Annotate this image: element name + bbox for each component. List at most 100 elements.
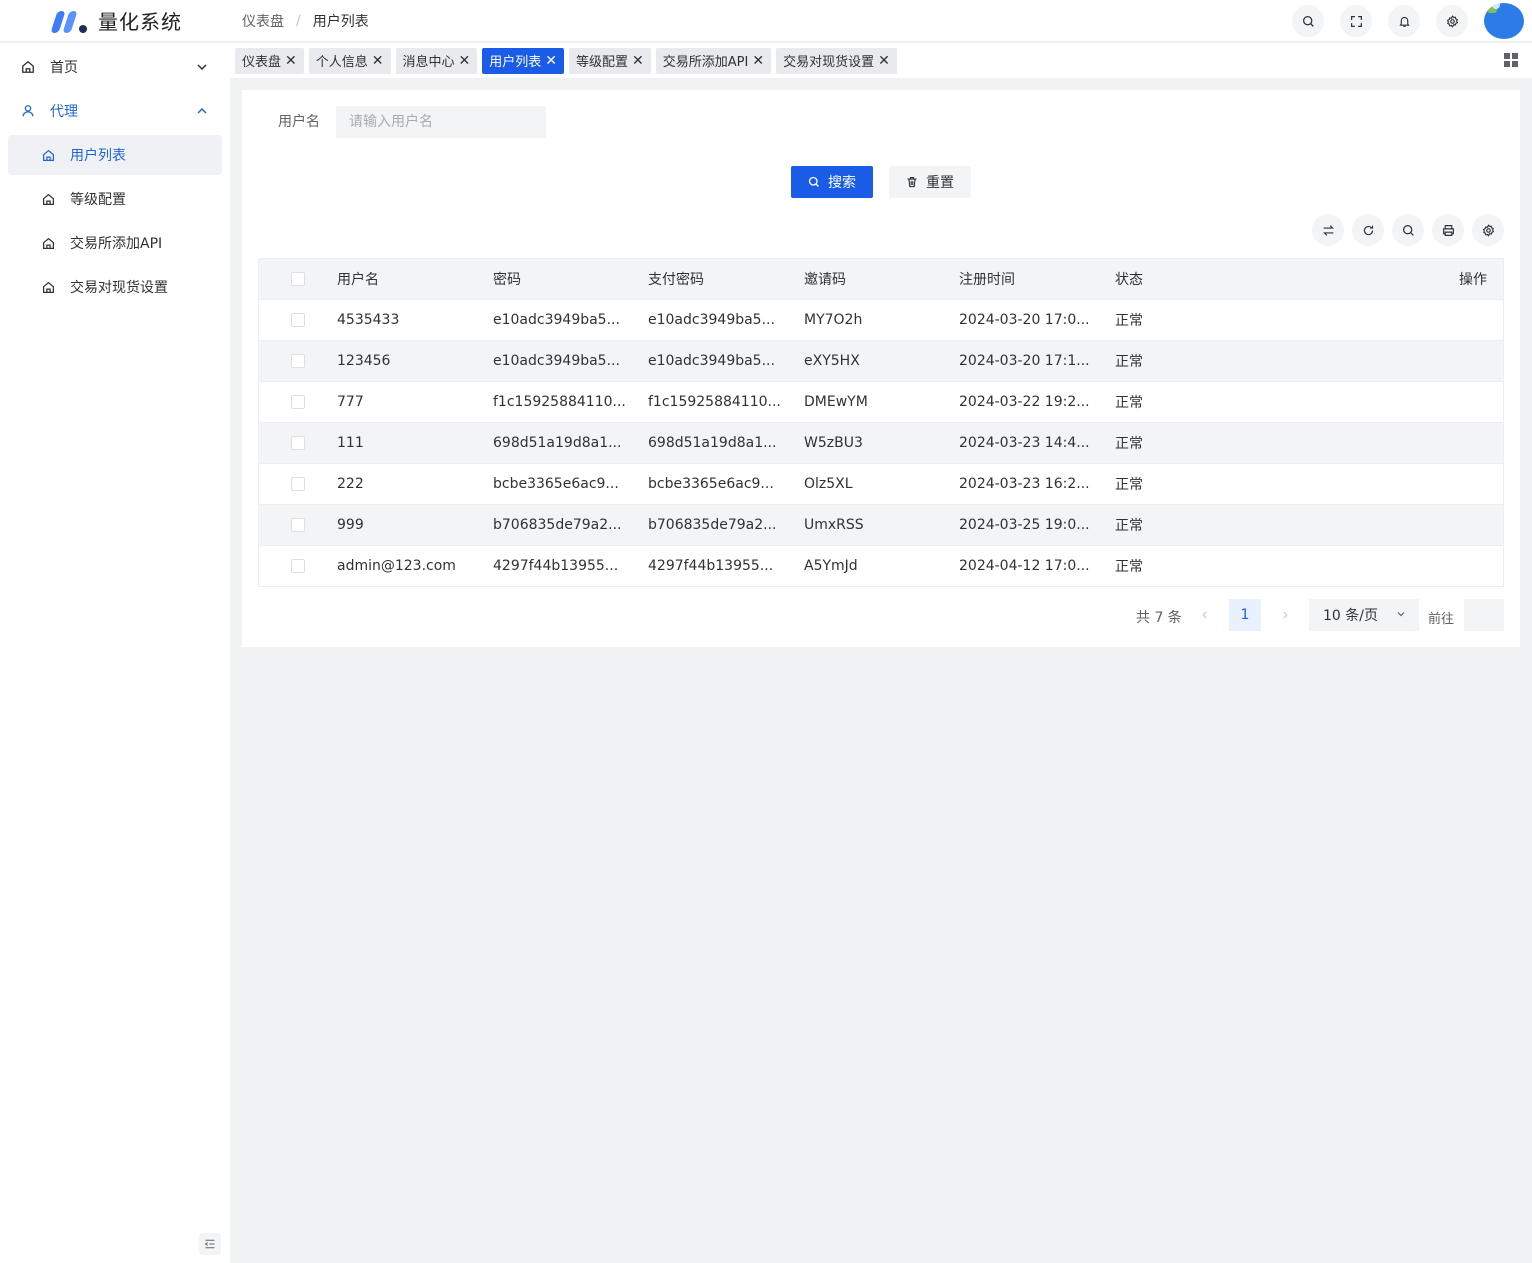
breadcrumb-item-dashboard[interactable]: 仪表盘 — [242, 11, 284, 31]
breadcrumb: 仪表盘 / 用户列表 — [242, 11, 369, 31]
settings-button[interactable] — [1436, 5, 1468, 37]
app-logo[interactable]: 量化系统 — [0, 0, 230, 42]
prev-page-button[interactable] — [1194, 599, 1216, 631]
reset-button[interactable]: 重置 — [889, 166, 971, 198]
breadcrumb-separator: / — [296, 12, 301, 29]
app-title: 量化系统 — [98, 10, 182, 34]
username-input[interactable] — [336, 106, 546, 138]
cell-pay-password: f1c15925884110... — [648, 394, 781, 410]
table-row[interactable]: 111 698d51a19d8a1... 698d51a19d8a1... W5zBU… — [259, 423, 1503, 464]
close-icon[interactable]: ✕ — [632, 53, 644, 69]
tab-label: 用户列表 — [489, 55, 542, 70]
notification-button[interactable] — [1388, 5, 1420, 37]
cell-password: 4297f44b13955... — [493, 558, 619, 574]
cell-pay-password: 698d51a19d8a1... — [648, 435, 777, 451]
close-icon[interactable]: ✕ — [285, 53, 297, 69]
row-checkbox-cell — [259, 559, 337, 573]
cell-pay-password: b706835de79a2... — [648, 517, 777, 533]
home-icon — [40, 279, 56, 295]
cell-username: 4535433 — [337, 312, 400, 328]
table-row[interactable]: admin@123.com 4297f44b13955... 4297f44b139… — [259, 546, 1503, 586]
cell-username: 999 — [337, 517, 364, 533]
tab-user-list[interactable]: 用户列表 ✕ — [482, 47, 564, 74]
row-checkbox-cell — [259, 354, 337, 368]
chevron-down-icon — [1397, 612, 1405, 617]
sidebar-item-label: 首页 — [50, 60, 78, 76]
table-row[interactable]: 4535433 e10adc3949ba5... e10adc3949ba5... M… — [259, 300, 1503, 341]
tab-dashboard[interactable]: 仪表盘 ✕ — [235, 47, 304, 74]
refresh-button[interactable] — [1352, 214, 1384, 246]
goto-page-input[interactable] — [1464, 599, 1504, 631]
chevron-right-icon — [1283, 611, 1288, 619]
column-settings-button[interactable] — [1472, 214, 1504, 246]
header-tools — [1276, 0, 1524, 42]
gear-icon — [1446, 14, 1458, 28]
table-row[interactable]: 777 f1c15925884110... f1c15925884110... DME… — [259, 382, 1503, 423]
column-header-invite-code: 邀请码 — [804, 272, 846, 288]
printer-icon — [1442, 224, 1454, 236]
close-icon[interactable]: ✕ — [545, 53, 557, 69]
close-icon[interactable]: ✕ — [459, 53, 471, 69]
cell-status: 正常 — [1115, 395, 1143, 411]
select-all-checkbox[interactable] — [291, 272, 305, 286]
search-button[interactable]: 搜索 — [791, 166, 873, 198]
cell-password: bcbe3365e6ac9... — [493, 476, 619, 492]
cell-password: f1c15925884110... — [493, 394, 626, 410]
row-checkbox[interactable] — [291, 354, 305, 368]
tab-profile[interactable]: 个人信息 ✕ — [308, 47, 391, 74]
cell-username: admin@123.com — [337, 558, 456, 574]
sidebar-item-agent[interactable]: 代理 — [8, 91, 222, 131]
toggle-search-button[interactable] — [1312, 214, 1344, 246]
grid-menu-icon[interactable] — [1504, 53, 1518, 67]
header-search-button[interactable] — [1292, 5, 1324, 37]
next-page-button[interactable] — [1274, 599, 1296, 631]
page-size-value: 10 条/页 — [1323, 608, 1378, 624]
sidebar-item-home[interactable]: 首页 — [8, 47, 222, 87]
chevron-up-icon — [197, 107, 207, 114]
row-checkbox[interactable] — [291, 313, 305, 327]
tab-label: 等级配置 — [576, 55, 629, 70]
table-row[interactable]: 222 bcbe3365e6ac9... bcbe3365e6ac9... Olz5X… — [259, 464, 1503, 505]
row-checkbox[interactable] — [291, 436, 305, 450]
sidebar-item-user-list[interactable]: 用户列表 — [8, 135, 222, 175]
sidebar-collapse-button[interactable] — [199, 1233, 221, 1255]
home-icon — [20, 59, 36, 75]
row-checkbox[interactable] — [291, 518, 305, 532]
table-body: 4535433 e10adc3949ba5... e10adc3949ba5... M… — [259, 300, 1503, 586]
home-icon — [40, 147, 56, 163]
row-checkbox[interactable] — [291, 395, 305, 409]
table-row[interactable]: 123456 e10adc3949ba5... e10adc3949ba5... eX… — [259, 341, 1503, 382]
row-checkbox[interactable] — [291, 477, 305, 491]
table-search-button[interactable] — [1392, 214, 1424, 246]
tab-messages[interactable]: 消息中心 ✕ — [395, 47, 478, 74]
page-size-select[interactable]: 10 条/页 — [1309, 599, 1419, 631]
user-avatar[interactable] — [1484, 3, 1524, 39]
top-header: 量化系统 仪表盘 / 用户列表 — [0, 0, 1532, 42]
header-checkbox-cell — [259, 272, 337, 286]
close-icon[interactable]: ✕ — [752, 53, 764, 69]
close-icon[interactable]: ✕ — [878, 53, 890, 69]
sidebar-item-level-config[interactable]: 等级配置 — [8, 179, 222, 219]
cell-register-time: 2024-03-23 14:4... — [959, 435, 1090, 451]
tabs-bar: 仪表盘 ✕ 个人信息 ✕ 消息中心 ✕ 用户列表 ✕ 等级配置 ✕ 交易所添加API ✕ 交… — [230, 43, 1532, 78]
row-checkbox[interactable] — [291, 559, 305, 573]
refresh-icon — [1363, 225, 1373, 235]
sidebar-item-spot-pair-settings[interactable]: 交易对现货设置 — [8, 267, 222, 307]
tab-level-config[interactable]: 等级配置 ✕ — [569, 47, 651, 74]
row-checkbox-cell — [259, 313, 337, 327]
fullscreen-button[interactable] — [1340, 5, 1372, 37]
tab-exchange-api[interactable]: 交易所添加API ✕ — [655, 47, 772, 74]
sidebar-item-label: 等级配置 — [70, 192, 126, 208]
tab-spot-pair-settings[interactable]: 交易对现货设置 ✕ — [776, 47, 897, 74]
column-header-pay-password: 支付密码 — [648, 272, 704, 288]
table-row[interactable]: 999 b706835de79a2... b706835de79a2... UmxRS… — [259, 505, 1503, 546]
sidebar-item-label: 交易对现货设置 — [70, 280, 168, 296]
column-header-password: 密码 — [493, 272, 521, 288]
page-number-button[interactable]: 1 — [1229, 599, 1261, 631]
print-button[interactable] — [1432, 214, 1464, 246]
trash-icon — [906, 176, 918, 188]
column-header-username: 用户名 — [337, 272, 379, 288]
sidebar-item-exchange-api[interactable]: 交易所添加API — [8, 223, 222, 263]
tab-label: 仪表盘 — [242, 55, 282, 70]
close-icon[interactable]: ✕ — [372, 53, 384, 69]
